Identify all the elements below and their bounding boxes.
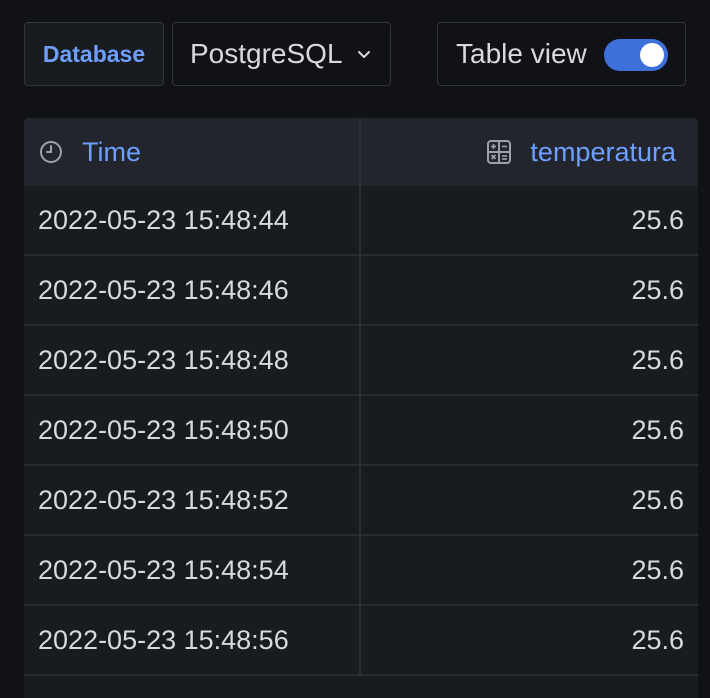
- column-divider[interactable]: [359, 118, 361, 674]
- temperatura-cell: 25.6: [631, 414, 684, 445]
- database-label-text: Database: [42, 40, 146, 67]
- table-view-toggle[interactable]: Table view: [437, 22, 686, 86]
- table-row: 2022-05-23 15:48:50 25.6: [24, 396, 698, 466]
- time-cell: 2022-05-23 15:48:56: [38, 624, 289, 655]
- table-view-switch[interactable]: [604, 39, 668, 71]
- column-header-time[interactable]: Time: [24, 118, 360, 186]
- chevron-down-icon: [357, 51, 370, 58]
- time-cell: 2022-05-23 15:48:52: [38, 484, 289, 515]
- time-cell: 2022-05-23 15:48:46: [38, 274, 289, 305]
- time-cell: 2022-05-23 15:48:54: [38, 554, 289, 585]
- table-row: 2022-05-23 15:48:56 25.6: [24, 606, 698, 676]
- database-select-value: PostgreSQL: [190, 38, 343, 69]
- data-table: Time temperatura 2022-05-23 15:48:44 25.…: [24, 118, 698, 698]
- table-row: 2022-05-23 15:48:52 25.6: [24, 466, 698, 536]
- database-select[interactable]: PostgreSQL: [172, 22, 391, 86]
- temperatura-cell: 25.6: [631, 344, 684, 375]
- temperatura-cell: 25.6: [631, 204, 684, 235]
- column-header-temperatura[interactable]: temperatura: [360, 118, 698, 186]
- switch-knob: [640, 43, 664, 67]
- table-row: 2022-05-23 15:48:46 25.6: [24, 256, 698, 326]
- time-cell: 2022-05-23 15:48:48: [38, 344, 289, 375]
- column-header-temperatura-label: temperatura: [530, 136, 676, 167]
- calculator-icon: [487, 140, 512, 164]
- time-cell: 2022-05-23 15:48:44: [38, 204, 289, 235]
- column-header-time-label: Time: [82, 136, 141, 167]
- clock-icon: [40, 141, 62, 163]
- temperatura-cell: 25.6: [631, 274, 684, 305]
- query-toolbar: Database PostgreSQL Table view: [0, 0, 710, 100]
- temperatura-cell: 25.6: [631, 484, 684, 515]
- table-view-label: Table view: [456, 38, 587, 69]
- temperatura-cell: 25.6: [631, 624, 684, 655]
- time-cell: 2022-05-23 15:48:50: [38, 414, 289, 445]
- table-header: Time temperatura: [24, 118, 698, 186]
- temperatura-cell: 25.6: [631, 554, 684, 585]
- table-row: 2022-05-23 15:48:54 25.6: [24, 536, 698, 606]
- table-row: 2022-05-23 15:48:48 25.6: [24, 326, 698, 396]
- table-row: 2022-05-23 15:48:44 25.6: [24, 186, 698, 256]
- database-label: Database: [24, 22, 164, 86]
